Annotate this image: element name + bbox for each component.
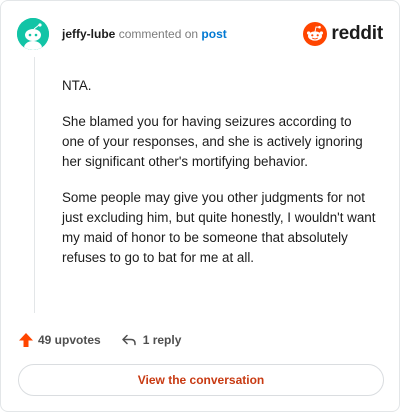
reddit-wordmark: reddit bbox=[331, 23, 383, 44]
thread-line bbox=[34, 57, 35, 313]
view-conversation-button[interactable]: View the conversation bbox=[18, 364, 384, 396]
snoo-avatar-icon bbox=[17, 18, 49, 50]
upvote-arrow-icon bbox=[19, 333, 33, 347]
post-link[interactable]: post bbox=[201, 27, 226, 41]
comment-verb: commented on bbox=[118, 27, 199, 41]
embedded-comment-card: jeffy-lube commented on post reddit NTA.… bbox=[0, 0, 400, 412]
comment-paragraph: She blamed you for having seizures accor… bbox=[62, 114, 363, 169]
comment-paragraph: Some people may give you other judgments… bbox=[62, 190, 376, 265]
reply-arrow-icon bbox=[121, 334, 136, 346]
comment-paragraph: NTA. bbox=[62, 78, 92, 93]
reply-count: 1 reply bbox=[142, 333, 182, 347]
upvote-count: 49 upvotes bbox=[38, 333, 101, 347]
upvote-button[interactable]: 49 upvotes bbox=[18, 332, 101, 348]
reddit-snoo-icon bbox=[303, 22, 328, 46]
username-link[interactable]: jeffy-lube bbox=[62, 27, 115, 41]
reply-button[interactable]: 1 reply bbox=[121, 332, 182, 348]
comment-body: NTA. She blamed you for having seizures … bbox=[62, 76, 377, 284]
reddit-brand-link[interactable]: reddit bbox=[303, 21, 383, 47]
comment-meta: jeffy-lube commented on post bbox=[62, 27, 227, 41]
avatar[interactable] bbox=[17, 18, 49, 50]
comment-actions: 49 upvotes 1 reply bbox=[18, 331, 181, 349]
